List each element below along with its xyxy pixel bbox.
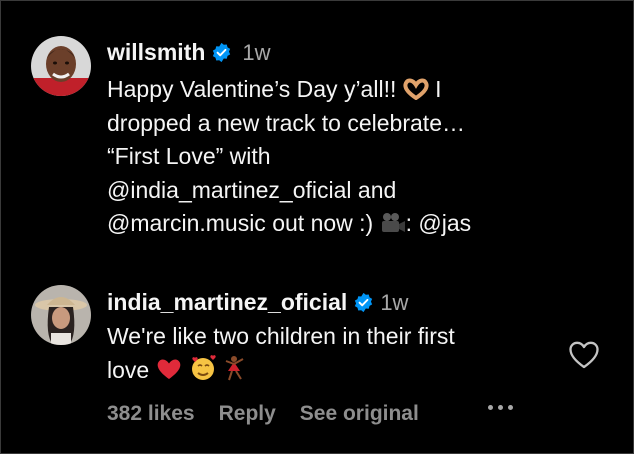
- caption-line: @marcin.music out now :) : @jas: [107, 210, 472, 236]
- smiling-face-with-hearts-emoji: [191, 354, 216, 380]
- comment-line: love: [107, 354, 455, 388]
- reply-button[interactable]: Reply: [219, 402, 276, 426]
- more-dot: [488, 405, 493, 410]
- verified-badge-icon: [213, 42, 231, 63]
- see-original-button[interactable]: See original: [300, 402, 419, 426]
- comment-header: india_martinez_oficial 1w: [107, 289, 408, 316]
- post-username[interactable]: willsmith: [107, 39, 205, 65]
- comment-text: We're like two children in their first l…: [107, 320, 455, 387]
- likes-count[interactable]: 382 likes: [107, 402, 195, 426]
- post-caption: Happy Valentine’s Day y’all!! I dropped …: [107, 73, 471, 241]
- movie-camera-emoji: [381, 213, 405, 232]
- post-time: 1w: [242, 40, 271, 65]
- caption-line: Happy Valentine’s Day y’all!! I: [107, 76, 442, 102]
- dancer-emoji: [225, 355, 244, 380]
- comment-actions: 382 likes Reply See original: [107, 402, 419, 426]
- heart-hands-emoji: [403, 78, 429, 100]
- caption-line: dropped a new track to celebrate…: [107, 109, 465, 136]
- comment-line: We're like two children in their first: [107, 323, 455, 349]
- india-martinez-avatar[interactable]: [31, 285, 91, 345]
- more-dot: [508, 405, 513, 410]
- post-header: willsmith 1w: [107, 39, 271, 66]
- red-heart-emoji: [157, 358, 180, 379]
- more-options-icon[interactable]: [488, 405, 513, 410]
- comment-time: 1w: [380, 290, 409, 315]
- caption-line[interactable]: @india_martinez_oficial and: [107, 174, 471, 208]
- heart-outline-icon[interactable]: [568, 340, 600, 370]
- verified-badge-icon: [355, 292, 373, 313]
- more-dot: [498, 405, 503, 410]
- caption-line: “First Love” with: [107, 143, 271, 169]
- comment-username[interactable]: india_martinez_oficial: [107, 289, 347, 315]
- willsmith-avatar[interactable]: [31, 36, 91, 96]
